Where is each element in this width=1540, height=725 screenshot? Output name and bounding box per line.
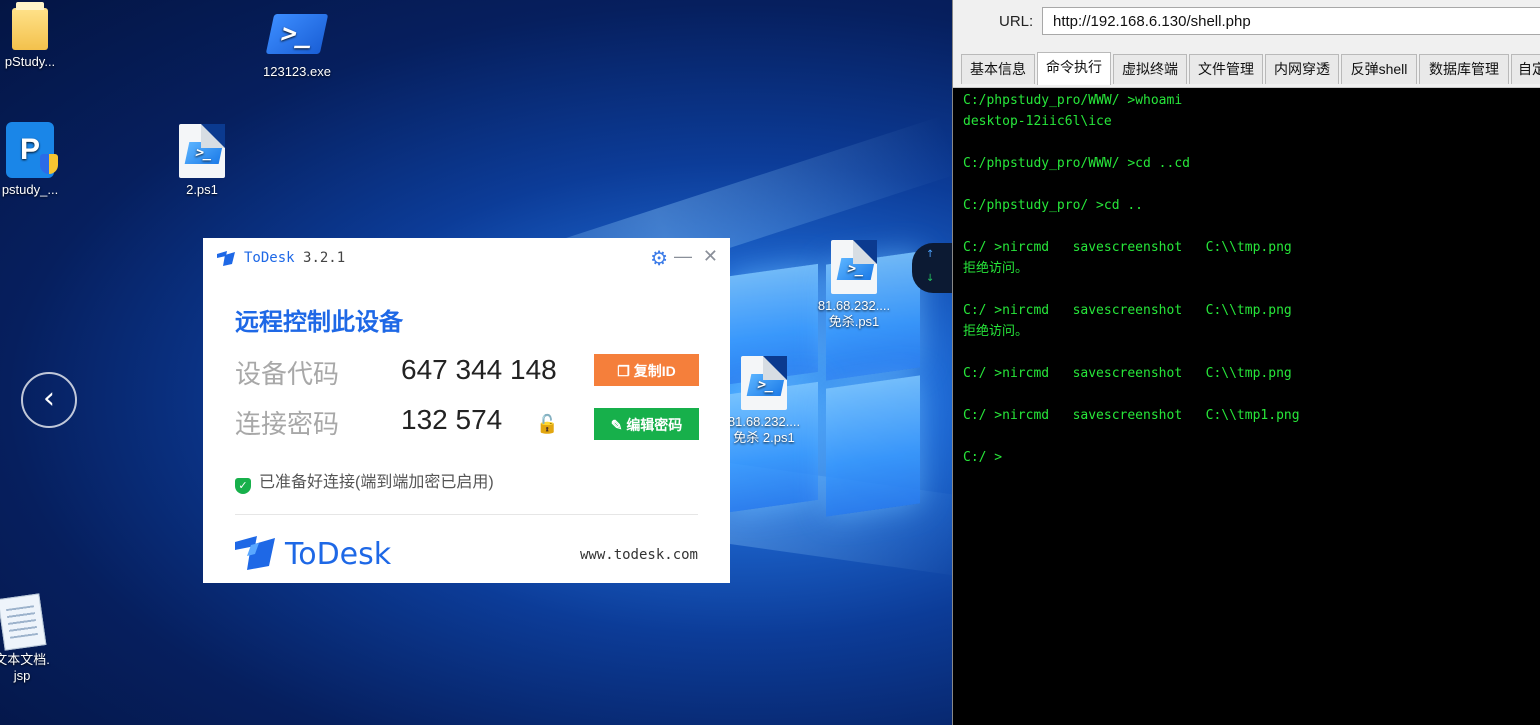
todesk-logo-icon	[217, 251, 235, 266]
password-label: 连接密码	[235, 409, 340, 439]
webshell-panel: URL: 基本信息 命令执行 虚拟终端 文件管理 内网穿透 反弹shell 数据…	[952, 0, 1540, 725]
url-bar: URL:	[953, 0, 1540, 47]
command-output-terminal[interactable]: C:/phpstudy_pro/WWW/ >whoami desktop-12ii…	[963, 90, 1534, 725]
divider	[235, 514, 698, 515]
terminal-line: C:/ >nircmd savescreenshot C:\\tmp.png	[963, 303, 1292, 318]
tab-intranet-tunnel[interactable]: 内网穿透	[1265, 54, 1339, 84]
arrow-down-icon: ↓	[926, 273, 935, 284]
arrow-up-icon: ↑	[926, 249, 935, 260]
tab-bar: 基本信息 命令执行 虚拟终端 文件管理 内网穿透 反弹shell 数据库管理 自…	[953, 46, 1540, 88]
tab-custom[interactable]: 自定	[1511, 54, 1540, 84]
terminal-line: 拒绝访问。	[963, 261, 1029, 276]
copy-icon: ❐	[617, 363, 634, 379]
terminal-line: 拒绝访问。	[963, 324, 1029, 339]
tab-database-manager[interactable]: 数据库管理	[1419, 54, 1509, 84]
tab-virtual-terminal[interactable]: 虚拟终端	[1113, 54, 1187, 84]
password-value: 132 574	[401, 404, 503, 435]
url-label: URL:	[999, 13, 1034, 30]
edit-password-button[interactable]: ✎ 编辑密码	[594, 408, 699, 440]
ps1-file-icon: >_	[831, 240, 877, 294]
shield-check-icon: ✓	[235, 478, 251, 494]
pencil-icon: ✎	[610, 417, 627, 433]
desktop-icon-123123-exe[interactable]: >_ 123123.exe	[252, 14, 342, 80]
side-collapse-handle[interactable]: ↑ ↓	[912, 243, 952, 293]
device-code-value: 647 344 148	[401, 354, 557, 385]
terminal-line: C:/ >nircmd savescreenshot C:\\tmp1.png	[963, 408, 1300, 423]
desktop-icon-ps1-a[interactable]: >_ 81.68.232.... 免杀.ps1	[808, 240, 900, 330]
todesk-logo-icon	[235, 536, 275, 570]
phpstudy-app-icon: P	[6, 122, 58, 178]
tab-command-exec[interactable]: 命令执行	[1037, 52, 1111, 85]
ps1-file-icon: >_	[741, 356, 787, 410]
unlock-icon[interactable]: 🔓	[536, 414, 558, 435]
terminal-line: C:/ >nircmd savescreenshot C:\\tmp.png	[963, 366, 1292, 381]
back-arrow-button[interactable]: ‹	[21, 372, 77, 428]
notepad-file-icon	[0, 593, 47, 651]
minimize-icon[interactable]: —	[674, 246, 692, 267]
tab-reverse-shell[interactable]: 反弹shell	[1341, 54, 1417, 84]
terminal-line: desktop-12iic6l\ice	[963, 114, 1112, 129]
powershell-icon: >_	[265, 14, 329, 54]
connection-status: ✓ 已准备好连接(端到端加密已启用)	[235, 468, 494, 494]
terminal-line: C:/phpstudy_pro/ >cd ..	[963, 198, 1144, 213]
tab-file-manager[interactable]: 文件管理	[1189, 54, 1263, 84]
device-code-label: 设备代码	[235, 359, 340, 389]
desktop-icon-2-ps1[interactable]: >_ 2.ps1	[162, 124, 242, 198]
uac-shield-icon	[40, 154, 58, 174]
todesk-website[interactable]: www.todesk.com	[580, 547, 698, 563]
url-input[interactable]	[1042, 7, 1540, 35]
todesk-heading: 远程控制此设备	[235, 309, 403, 336]
todesk-brand: ToDesk	[235, 534, 391, 572]
copy-id-button[interactable]: ❐ 复制ID	[594, 354, 699, 386]
desktop-icon-ps1-b[interactable]: >_ 81.68.232.... 免杀 2.ps1	[718, 356, 810, 446]
folder-icon	[12, 2, 48, 50]
tab-basic-info[interactable]: 基本信息	[961, 54, 1035, 84]
terminal-line: C:/phpstudy_pro/WWW/ >whoami	[963, 93, 1183, 108]
gear-icon[interactable]: ⚙	[650, 246, 668, 271]
terminal-line: C:/ >	[963, 450, 1003, 465]
terminal-line: C:/ >nircmd savescreenshot C:\\tmp.png	[963, 240, 1292, 255]
todesk-title: ToDesk 3.2.1	[244, 250, 346, 266]
terminal-line: C:/phpstudy_pro/WWW/ >cd ..cd	[963, 156, 1190, 171]
desktop-icon-jsp[interactable]: 文本文档. jsp	[0, 593, 62, 684]
desktop-icon-phpstudy-folder[interactable]: pStudy...	[0, 2, 70, 70]
ps1-file-icon: >_	[179, 124, 225, 178]
windows-desktop: pStudy... >_ 123123.exe P pstudy_... >_ …	[0, 0, 952, 725]
close-icon[interactable]: ✕	[703, 246, 718, 267]
todesk-titlebar: ToDesk 3.2.1 ⚙ — ✕	[217, 246, 720, 271]
desktop-icon-phpstudy-app[interactable]: P pstudy_...	[0, 122, 70, 198]
todesk-window: ToDesk 3.2.1 ⚙ — ✕ 远程控制此设备 设备代码 647 344 …	[203, 238, 730, 583]
